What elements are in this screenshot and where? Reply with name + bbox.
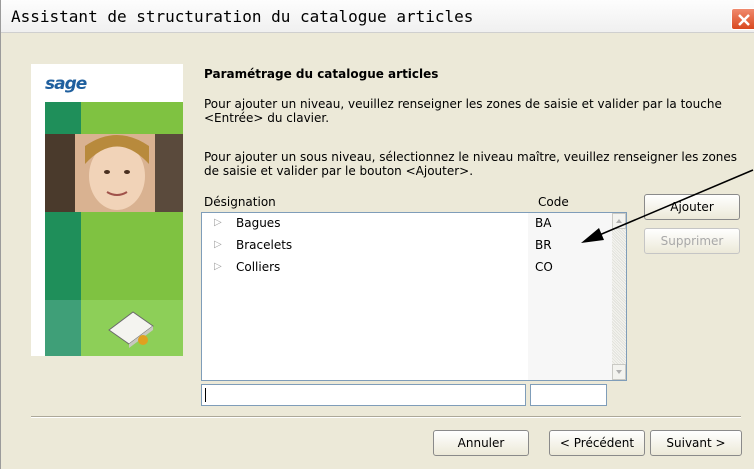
annotation-arrow-icon xyxy=(581,169,754,243)
wizard-window: Assistant de structuration du catalogue … xyxy=(0,0,754,469)
